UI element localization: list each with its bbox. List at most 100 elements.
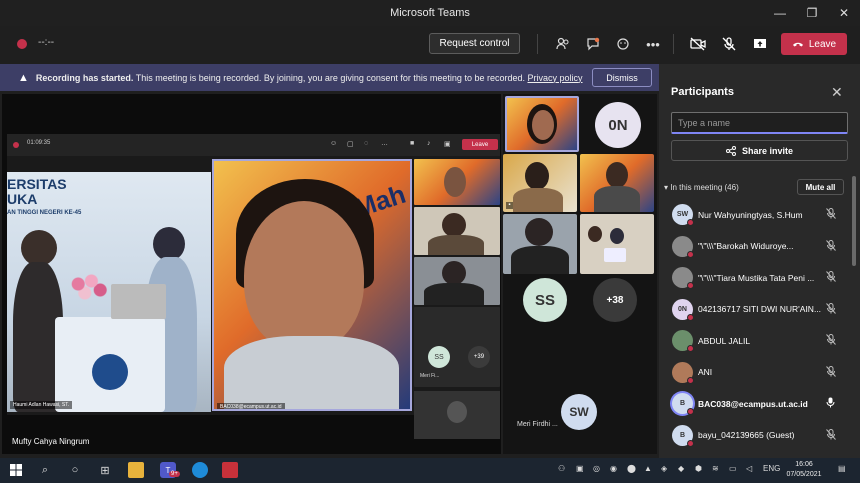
avatar bbox=[672, 330, 694, 352]
reactions-icon[interactable] bbox=[613, 34, 633, 54]
teams-badge: 9+ bbox=[169, 471, 180, 477]
shared-toolbar: 01:09:35 ☺ ▢ ◌ … ■ ♪ ▣ Leave bbox=[7, 134, 500, 156]
tray-icon[interactable]: ◆ bbox=[678, 464, 684, 473]
mic-off-icon[interactable] bbox=[719, 34, 739, 54]
windows-start-icon[interactable] bbox=[8, 462, 24, 478]
avatar-0n[interactable]: 0N bbox=[595, 102, 641, 148]
people-icon[interactable]: ⚇ bbox=[558, 464, 565, 473]
participant-row[interactable]: ABDUL JALIL bbox=[659, 325, 860, 356]
notification-icon[interactable]: ▤ bbox=[838, 464, 846, 473]
clock[interactable]: 16:06 07/05/2021 bbox=[786, 460, 822, 480]
avatar: 0N bbox=[672, 298, 694, 321]
tray-icon[interactable]: ▲ bbox=[644, 464, 652, 473]
app-icon[interactable] bbox=[222, 462, 238, 478]
close-icon[interactable]: ✕ bbox=[831, 84, 843, 101]
in-meeting-header[interactable]: ▾ In this meeting (46) bbox=[664, 183, 739, 192]
maximize-button[interactable]: ❐ bbox=[796, 0, 828, 26]
stage-caption: Mufty Cahya Ningrum bbox=[12, 437, 90, 446]
participant-name: 042136717 SITI DWI NUR'AIN... bbox=[698, 304, 822, 314]
language-indicator[interactable]: ENG bbox=[763, 464, 780, 473]
shared-timer: 01:09:35 bbox=[27, 140, 51, 146]
participants-panel: Participants ✕ Share invite ▾ In this me… bbox=[659, 64, 860, 458]
share-screen-icon[interactable] bbox=[750, 34, 770, 54]
video-tile[interactable] bbox=[580, 214, 654, 274]
search-input[interactable] bbox=[671, 112, 848, 134]
mic-off-icon[interactable] bbox=[826, 365, 836, 379]
mini-tile-person bbox=[442, 213, 466, 237]
chat-icon[interactable] bbox=[583, 34, 603, 54]
participant-row[interactable]: 0N 042136717 SITI DWI NUR'AIN... bbox=[659, 294, 860, 325]
avatar: B bbox=[672, 393, 694, 415]
participant-row[interactable]: Bbayu_042139665 (Guest) bbox=[659, 420, 860, 451]
panel-title: Participants bbox=[671, 86, 734, 98]
video-tile[interactable] bbox=[580, 154, 654, 212]
tray-icon[interactable]: ▣ bbox=[576, 464, 584, 473]
main-stage[interactable]: 01:09:35 ☺ ▢ ◌ … ■ ♪ ▣ Leave ERSITAS UKA… bbox=[2, 94, 501, 454]
window-controls: — ❐ ✕ bbox=[764, 0, 860, 26]
tile-podium bbox=[604, 248, 626, 262]
request-control-button[interactable]: Request control bbox=[429, 33, 520, 54]
tray-icon[interactable]: ◉ bbox=[610, 464, 617, 473]
participant-name: "\"\\\"Barokah Widuroye... bbox=[698, 241, 794, 251]
close-window-button[interactable]: ✕ bbox=[828, 0, 860, 26]
avatar-sw[interactable]: SW bbox=[561, 394, 597, 430]
participant-name: ABDUL JALIL bbox=[698, 335, 751, 346]
minimize-button[interactable]: — bbox=[764, 0, 796, 26]
tray-icon[interactable]: ⬢ bbox=[695, 464, 702, 473]
participant-row[interactable]: "\"\\\"Tiara Mustika Tata Peni ... bbox=[659, 262, 860, 293]
video-tile[interactable]: ▪ bbox=[503, 154, 577, 212]
tray-icon[interactable]: ◎ bbox=[593, 464, 600, 473]
mute-all-button[interactable]: Mute all bbox=[797, 179, 844, 195]
camera-off-icon[interactable] bbox=[688, 34, 708, 54]
dismiss-button[interactable]: Dismiss bbox=[592, 68, 652, 87]
mini-tile-person bbox=[447, 401, 467, 423]
volume-icon[interactable]: ◁ bbox=[746, 464, 752, 473]
search-icon[interactable]: ⌕ bbox=[37, 462, 53, 478]
mic-off-icon[interactable] bbox=[826, 208, 836, 221]
share-invite-label: Share invite bbox=[741, 145, 794, 156]
participant-row[interactable]: SW Nur Wahyuningtyas, S.Hum bbox=[659, 199, 860, 230]
mini-plus-count: +39 bbox=[468, 346, 490, 368]
participant-row[interactable]: B BAC038@ecampus.ut.ac.id bbox=[659, 388, 860, 419]
status-dot bbox=[687, 408, 694, 415]
mic-off-icon[interactable] bbox=[826, 428, 836, 442]
participant-row[interactable]: "\"\\\"Barokah Widuroye... bbox=[659, 231, 860, 262]
leave-button[interactable]: Leave bbox=[781, 33, 847, 55]
more-participants-count[interactable]: +38 bbox=[593, 278, 637, 322]
participant-row[interactable]: ANI bbox=[659, 357, 860, 388]
more-options-icon[interactable]: ••• bbox=[643, 34, 663, 54]
tray-icon[interactable]: ⬤ bbox=[627, 464, 636, 473]
avatar-initials: B bbox=[679, 400, 686, 407]
participants-icon[interactable] bbox=[553, 34, 573, 54]
participant-name: BAC038@ecampus.ut.ac.id bbox=[698, 398, 808, 409]
mic-off-icon[interactable] bbox=[826, 239, 836, 253]
mini-tile-person bbox=[442, 261, 466, 285]
share-invite-button[interactable]: Share invite bbox=[671, 140, 848, 161]
wifi-icon[interactable]: ≋ bbox=[712, 464, 719, 473]
meeting-toolbar: --:-- Request control ••• Leave bbox=[0, 26, 860, 62]
mic-icon[interactable] bbox=[826, 397, 835, 410]
mini-tile-shirt bbox=[424, 283, 484, 305]
file-explorer-icon[interactable] bbox=[128, 462, 144, 478]
tray-icon[interactable]: ◈ bbox=[661, 464, 667, 473]
battery-icon[interactable]: ▭ bbox=[729, 464, 737, 473]
task-view-icon[interactable]: ○ bbox=[67, 462, 83, 478]
video-tile-selected[interactable] bbox=[505, 96, 579, 152]
mini-tile bbox=[414, 257, 500, 305]
shared-reactions-icon: ◌ bbox=[364, 140, 369, 147]
edge-icon[interactable] bbox=[192, 462, 208, 478]
widgets-icon[interactable]: ⊞ bbox=[97, 462, 113, 478]
avatar bbox=[672, 235, 694, 258]
mic-off-icon[interactable] bbox=[826, 271, 836, 284]
avatar-ss[interactable]: SS bbox=[523, 278, 567, 322]
recording-icon bbox=[17, 39, 27, 49]
mic-off-icon[interactable] bbox=[826, 334, 836, 347]
mini-tile bbox=[414, 159, 500, 205]
participant-name: bayu_042139665 (Guest) bbox=[698, 430, 795, 440]
laptop bbox=[111, 284, 166, 319]
privacy-policy-link[interactable]: Privacy policy bbox=[528, 73, 583, 83]
mic-off-icon[interactable] bbox=[826, 302, 836, 316]
tile-person-face bbox=[532, 110, 554, 140]
video-tile[interactable] bbox=[503, 214, 577, 274]
shared-recording-icon bbox=[13, 142, 19, 148]
